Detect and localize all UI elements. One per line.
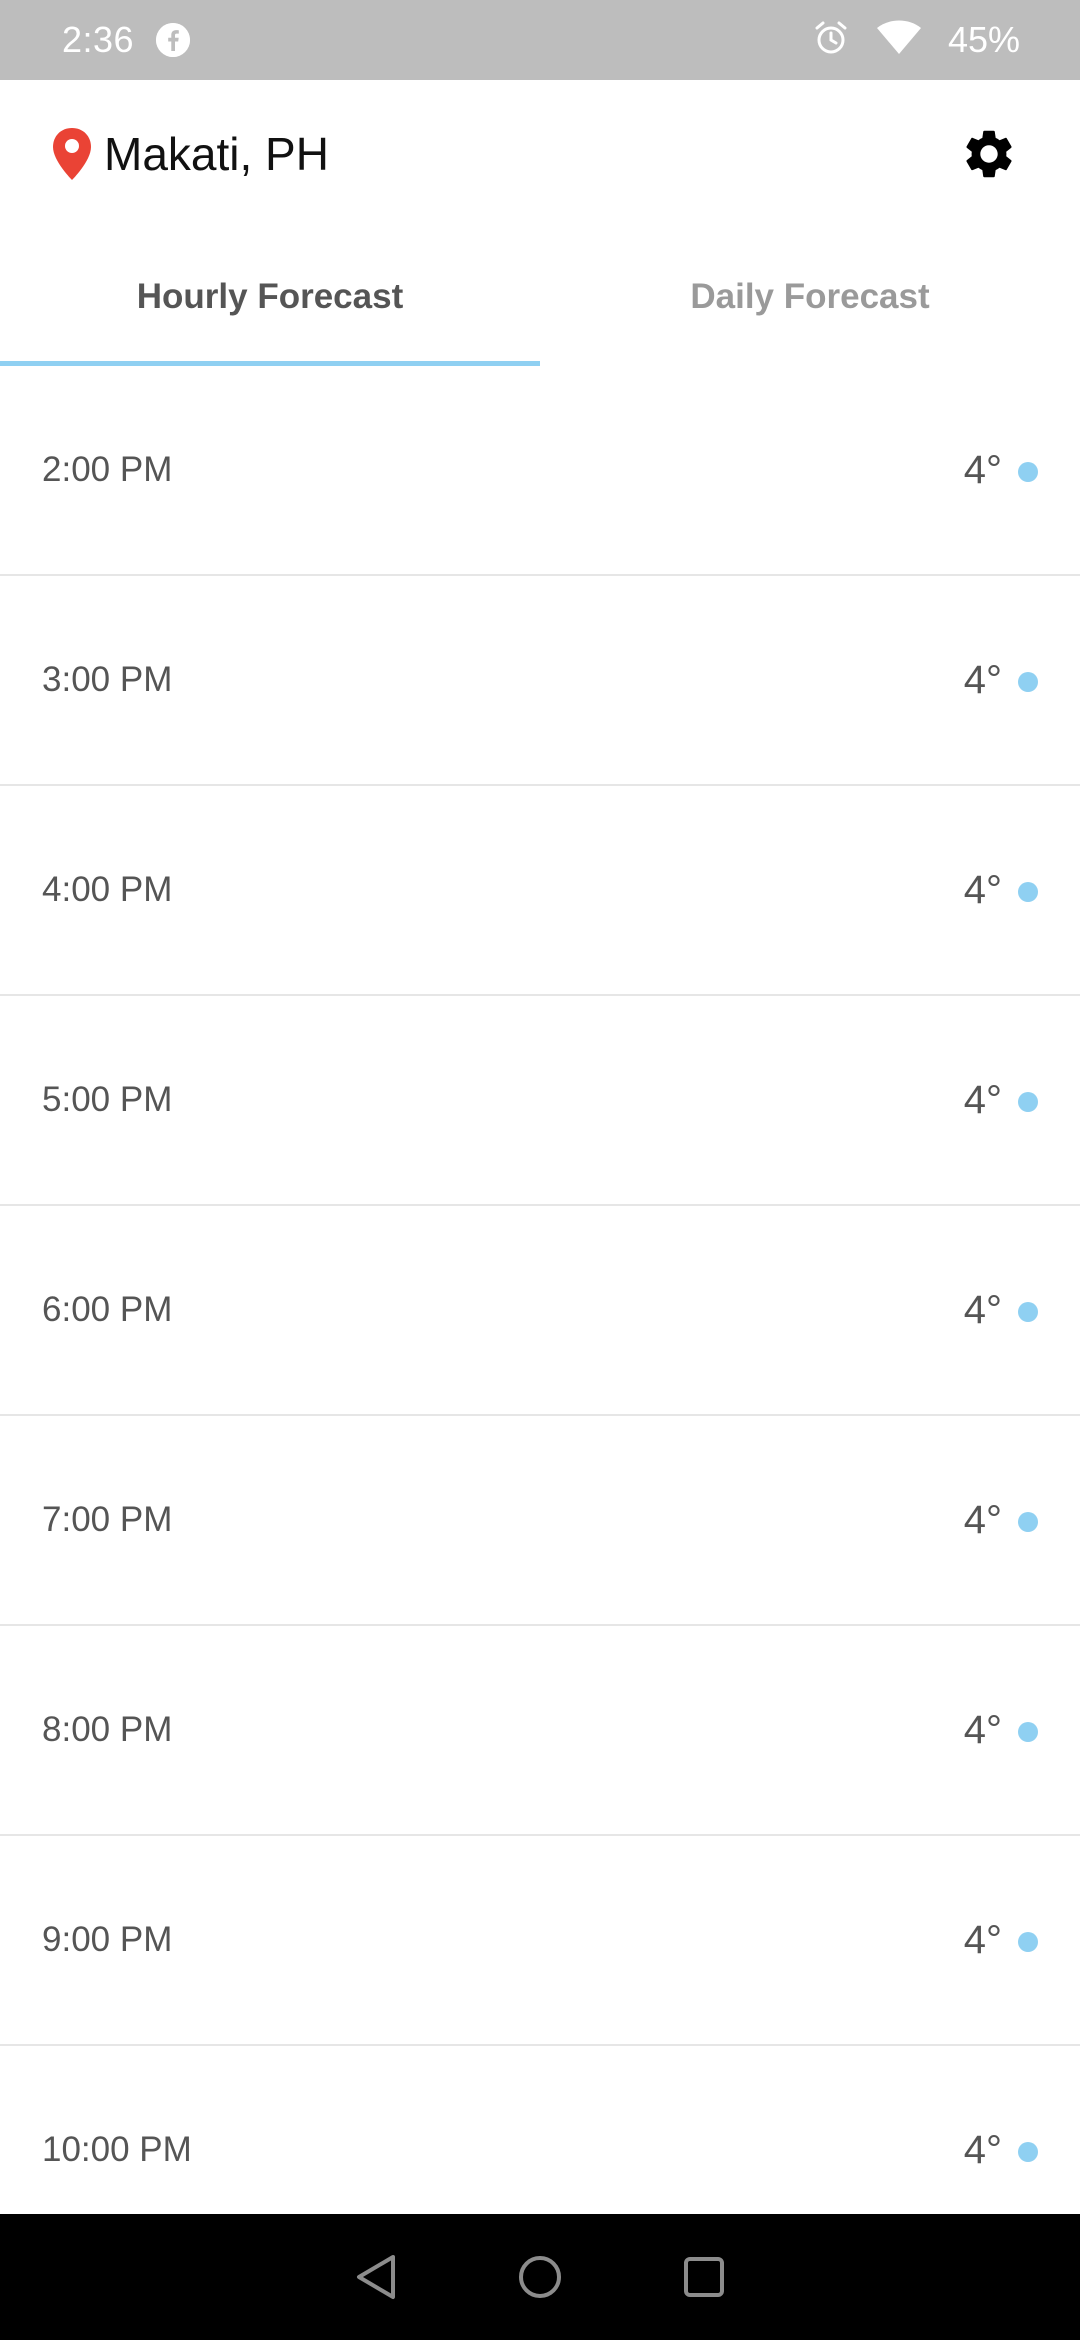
forecast-time: 9:00 PM	[42, 1920, 173, 1959]
forecast-row[interactable]: 7:00 PM 4°	[0, 1416, 1080, 1626]
forecast-time: 6:00 PM	[42, 1290, 173, 1329]
map-pin-icon	[50, 126, 94, 182]
location-title: Makati, PH	[104, 128, 329, 180]
recents-icon[interactable]	[674, 2247, 734, 2307]
battery-percent: 45%	[947, 19, 1020, 60]
weather-dot-icon	[1018, 1722, 1038, 1742]
forecast-row[interactable]: 4:00 PM 4°	[0, 786, 1080, 996]
tab-daily-forecast[interactable]: Daily Forecast	[540, 228, 1080, 366]
forecast-temp: 4°	[963, 657, 1002, 702]
tab-hourly-forecast[interactable]: Hourly Forecast	[0, 228, 540, 366]
weather-dot-icon	[1018, 1302, 1038, 1322]
forecast-tabs: Hourly Forecast Daily Forecast	[0, 228, 1080, 366]
forecast-time: 8:00 PM	[42, 1710, 173, 1749]
forecast-temp: 4°	[963, 447, 1002, 492]
status-bar: 2:36 45%	[0, 0, 1080, 80]
tab-label: Hourly Forecast	[136, 277, 404, 316]
weather-dot-icon	[1018, 672, 1038, 692]
status-time: 2:36	[62, 19, 135, 60]
forecast-row[interactable]: 6:00 PM 4°	[0, 1206, 1080, 1416]
forecast-temp: 4°	[963, 867, 1002, 912]
forecast-temp: 4°	[963, 1917, 1002, 1962]
status-right: 45%	[812, 19, 1020, 62]
system-nav-bar	[0, 2214, 1080, 2340]
forecast-temp: 4°	[963, 1287, 1002, 1332]
app-header: Makati, PH	[0, 80, 1080, 228]
home-icon[interactable]	[510, 2247, 570, 2307]
wifi-icon	[876, 20, 922, 61]
gear-icon[interactable]	[960, 125, 1018, 183]
forecast-temp: 4°	[963, 1497, 1002, 1542]
alarm-icon	[812, 19, 850, 62]
forecast-row[interactable]: 8:00 PM 4°	[0, 1626, 1080, 1836]
forecast-row[interactable]: 9:00 PM 4°	[0, 1836, 1080, 2046]
weather-dot-icon	[1018, 1512, 1038, 1532]
forecast-time: 2:00 PM	[42, 450, 173, 489]
forecast-time: 4:00 PM	[42, 870, 173, 909]
forecast-row[interactable]: 10:00 PM 4°	[0, 2046, 1080, 2214]
forecast-time: 10:00 PM	[42, 2130, 192, 2169]
weather-dot-icon	[1018, 462, 1038, 482]
forecast-temp: 4°	[963, 1077, 1002, 1122]
back-icon[interactable]	[346, 2247, 406, 2307]
forecast-temp: 4°	[963, 1707, 1002, 1752]
forecast-row[interactable]: 3:00 PM 4°	[0, 576, 1080, 786]
forecast-time: 7:00 PM	[42, 1500, 173, 1539]
hourly-forecast-list[interactable]: 2:00 PM 4° 3:00 PM 4° 4:00 PM 4° 5:00 PM…	[0, 366, 1080, 2214]
facebook-icon	[156, 23, 191, 57]
forecast-time: 5:00 PM	[42, 1080, 173, 1119]
forecast-row[interactable]: 2:00 PM 4°	[0, 366, 1080, 576]
weather-dot-icon	[1018, 882, 1038, 902]
weather-dot-icon	[1018, 1092, 1038, 1112]
forecast-temp: 4°	[963, 2127, 1002, 2172]
weather-dot-icon	[1018, 2142, 1038, 2162]
tab-label: Daily Forecast	[690, 277, 930, 316]
forecast-time: 3:00 PM	[42, 660, 173, 699]
weather-dot-icon	[1018, 1932, 1038, 1952]
forecast-row[interactable]: 5:00 PM 4°	[0, 996, 1080, 1206]
